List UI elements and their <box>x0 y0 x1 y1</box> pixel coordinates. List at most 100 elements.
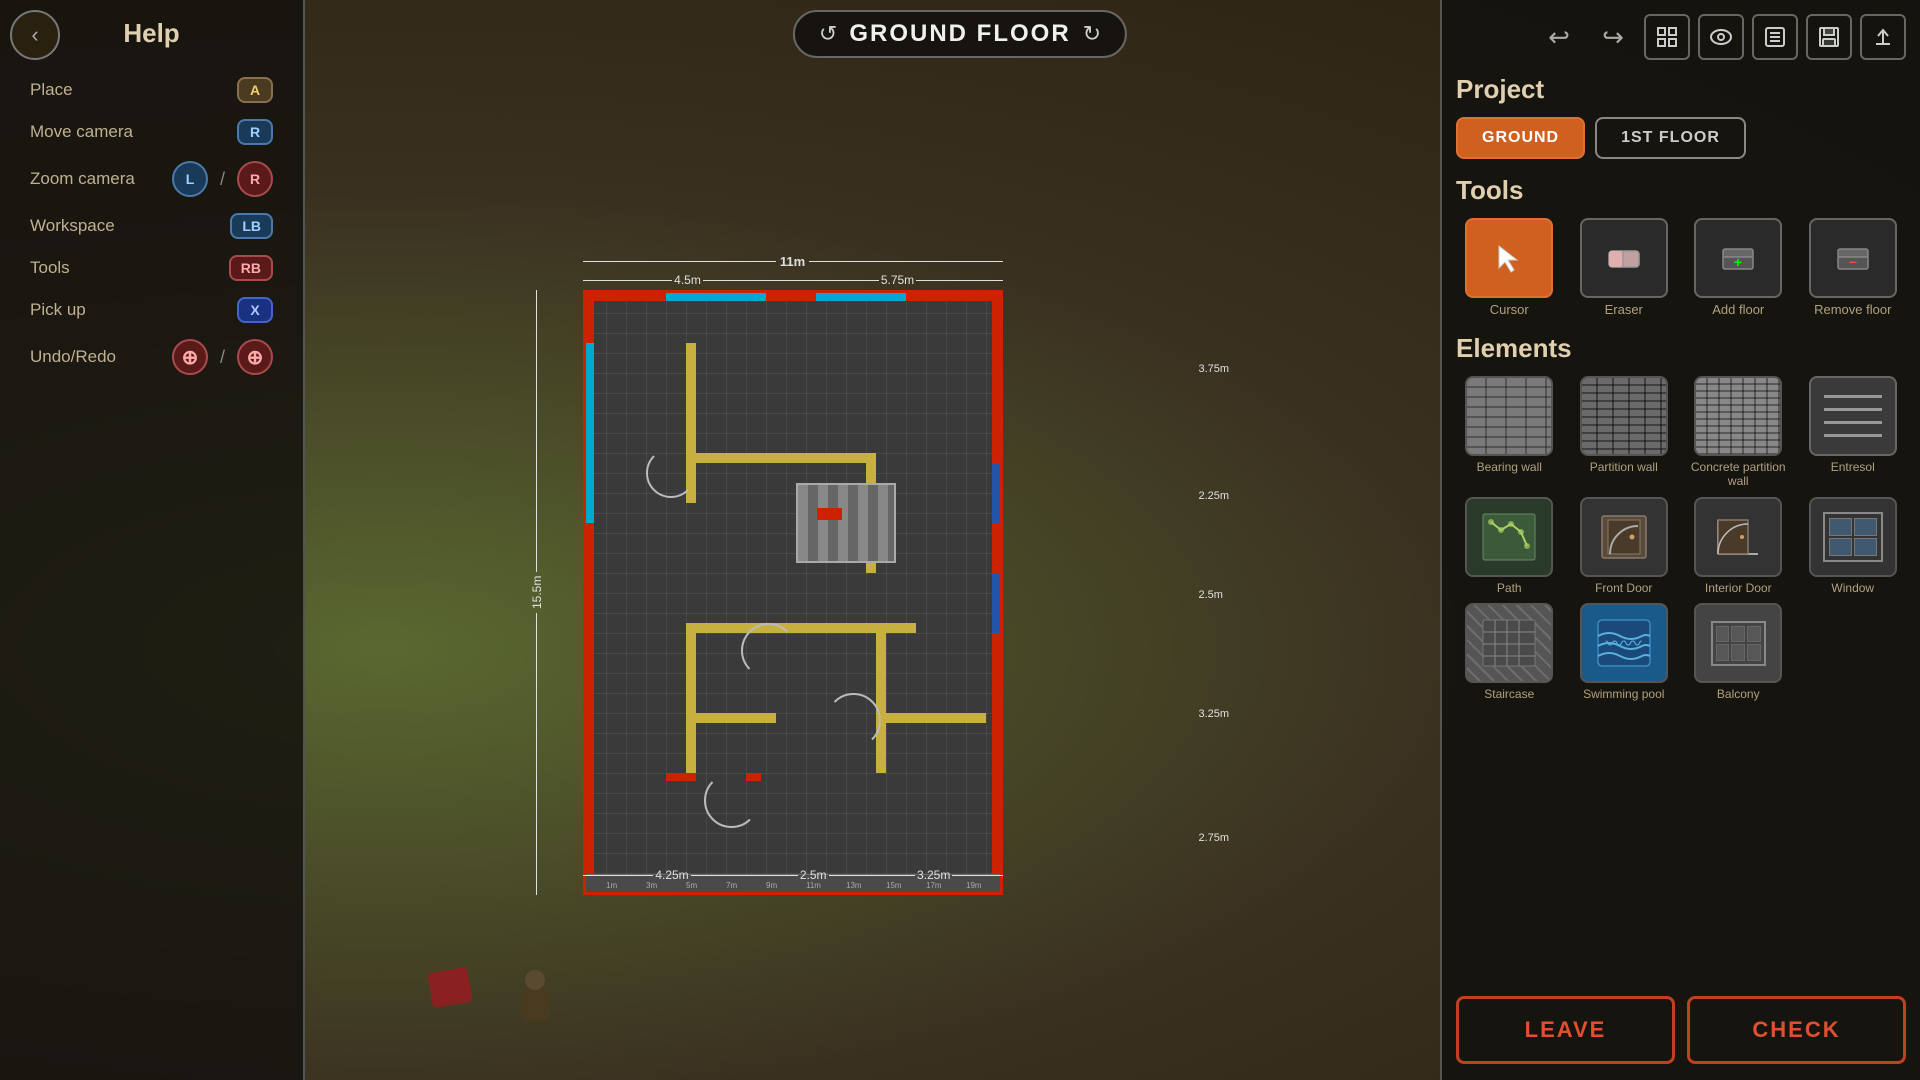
window-label: Window <box>1831 581 1874 595</box>
element-interior-door[interactable]: Interior Door <box>1685 497 1792 595</box>
svg-text:−: − <box>1849 254 1857 270</box>
path-label: Path <box>1497 581 1522 595</box>
bottom-red-2 <box>746 773 761 781</box>
zoom-label: Zoom camera <box>30 169 160 189</box>
element-partition-wall[interactable]: Partition wall <box>1571 376 1678 489</box>
floor-arrow-left[interactable]: ↺ <box>819 21 837 47</box>
workspace-label: Workspace <box>30 216 218 236</box>
blue-wall-right-1 <box>992 463 1000 523</box>
svg-text:5m: 5m <box>686 881 697 890</box>
int-wall-v3 <box>686 633 696 773</box>
workspace-key: LB <box>230 213 273 239</box>
remove-floor-icon-box: − <box>1809 218 1897 298</box>
window-icon <box>1809 497 1897 577</box>
tool-add-floor[interactable]: + Add floor <box>1685 218 1792 317</box>
top-toolbar: ↩ ↪ <box>1456 10 1906 60</box>
outer-wall-top <box>586 293 1000 301</box>
zoom-key-l: L <box>172 161 208 197</box>
blueprint-container: 11m 4.5m 5.75m 3.75m 2.25m 2.5m <box>553 240 1193 900</box>
svg-text:+: + <box>1734 254 1742 270</box>
svg-text:1m: 1m <box>606 881 617 890</box>
undo-label: Undo/Redo <box>30 347 160 367</box>
partition-wall-icon <box>1580 376 1668 456</box>
tool-eraser[interactable]: Eraser <box>1571 218 1678 317</box>
help-row-zoom: Zoom camera L / R <box>0 153 303 205</box>
element-balcony[interactable]: Balcony <box>1685 603 1792 701</box>
dim-right-1: 3.75m <box>1195 290 1230 448</box>
ground-floor-button[interactable]: GROUND <box>1456 117 1585 159</box>
dim-right-3: 2.5m <box>1195 543 1223 646</box>
undo-sep: / <box>220 347 225 368</box>
dim-right-2: 2.25m <box>1195 448 1230 543</box>
front-door-icon <box>1580 497 1668 577</box>
project-title: Project <box>1456 74 1906 105</box>
tools-title: Tools <box>1456 175 1906 206</box>
elements-title: Elements <box>1456 333 1906 364</box>
add-floor-label: Add floor <box>1712 302 1764 317</box>
blueprint[interactable]: 1m 3m 5m 7m 9m 11m 13m 15m 17m 19m <box>583 290 1003 895</box>
eraser-icon-box <box>1580 218 1668 298</box>
concrete-partition-wall-label: Concrete partition wall <box>1685 460 1792 489</box>
svg-text:17m: 17m <box>926 881 942 890</box>
staircase-element <box>796 483 896 563</box>
partition-wall-label: Partition wall <box>1590 460 1658 474</box>
element-path[interactable]: Path <box>1456 497 1563 595</box>
pickup-label: Pick up <box>30 300 225 320</box>
element-window[interactable]: Window <box>1800 497 1907 595</box>
back-button[interactable]: ‹ <box>10 10 60 60</box>
undo-key: ⊕ <box>172 339 208 375</box>
svg-text:11m: 11m <box>806 881 821 890</box>
path-icon <box>1465 497 1553 577</box>
dim-right-4: 3.25m <box>1195 646 1230 781</box>
list-button[interactable] <box>1752 14 1798 60</box>
element-staircase[interactable]: Staircase <box>1456 603 1563 701</box>
concrete-partition-wall-icon <box>1694 376 1782 456</box>
undo-button[interactable]: ↩ <box>1536 14 1582 60</box>
floor-arrow-right[interactable]: ↻ <box>1083 21 1101 47</box>
int-wall-v1 <box>686 343 696 503</box>
int-wall-h4 <box>876 713 986 723</box>
swimming-pool-icon <box>1580 603 1668 683</box>
left-panel: ‹ Help Place A Move camera R Zoom camera… <box>0 0 305 1080</box>
redo-key: ⊕ <box>237 339 273 375</box>
svg-text:15m: 15m <box>886 881 902 890</box>
bearing-wall-icon <box>1465 376 1553 456</box>
character-figure <box>510 970 560 1025</box>
right-dims: 3.75m 2.25m 2.5m 3.25m 2.75m <box>1195 290 1255 895</box>
left-dim: 15.5m <box>525 290 549 895</box>
bearing-wall-label: Bearing wall <box>1477 460 1542 474</box>
zoom-key-r: R <box>237 161 273 197</box>
grid-button[interactable] <box>1644 14 1690 60</box>
upload-button[interactable] <box>1860 14 1906 60</box>
place-key: A <box>237 77 273 103</box>
bottom-red-1 <box>666 773 696 781</box>
tool-cursor[interactable]: Cursor <box>1456 218 1563 317</box>
tools-key: RB <box>229 255 273 281</box>
tools-grid: Cursor Eraser + Add floor <box>1456 218 1906 317</box>
move-label: Move camera <box>30 122 225 142</box>
element-front-door[interactable]: Front Door <box>1571 497 1678 595</box>
save-button[interactable] <box>1806 14 1852 60</box>
element-swimming-pool[interactable]: Swimming pool <box>1571 603 1678 701</box>
svg-text:7m: 7m <box>726 881 737 890</box>
leave-button[interactable]: LEAVE <box>1456 996 1675 1064</box>
swimming-pool-label: Swimming pool <box>1583 687 1664 701</box>
place-label: Place <box>30 80 225 100</box>
tool-remove-floor[interactable]: − Remove floor <box>1800 218 1907 317</box>
element-concrete-partition-wall[interactable]: Concrete partition wall <box>1685 376 1792 489</box>
element-bearing-wall[interactable]: Bearing wall <box>1456 376 1563 489</box>
redo-button[interactable]: ↪ <box>1590 14 1636 60</box>
staircase-icon <box>1465 603 1553 683</box>
character-bag <box>430 970 480 1020</box>
svg-text:13m: 13m <box>846 881 862 890</box>
floor-text: GROUND FLOOR <box>849 20 1070 48</box>
first-floor-button[interactable]: 1ST FLOOR <box>1595 117 1746 159</box>
elements-grid: Bearing wall Partition wall Concrete par… <box>1456 376 1906 702</box>
element-entresol[interactable]: Entresol <box>1800 376 1907 489</box>
eye-button[interactable] <box>1698 14 1744 60</box>
check-button[interactable]: CHECK <box>1687 996 1906 1064</box>
cursor-icon-box <box>1465 218 1553 298</box>
blue-wall-right-2 <box>992 573 1000 633</box>
help-row-tools: Tools RB <box>0 247 303 289</box>
move-key: R <box>237 119 273 145</box>
